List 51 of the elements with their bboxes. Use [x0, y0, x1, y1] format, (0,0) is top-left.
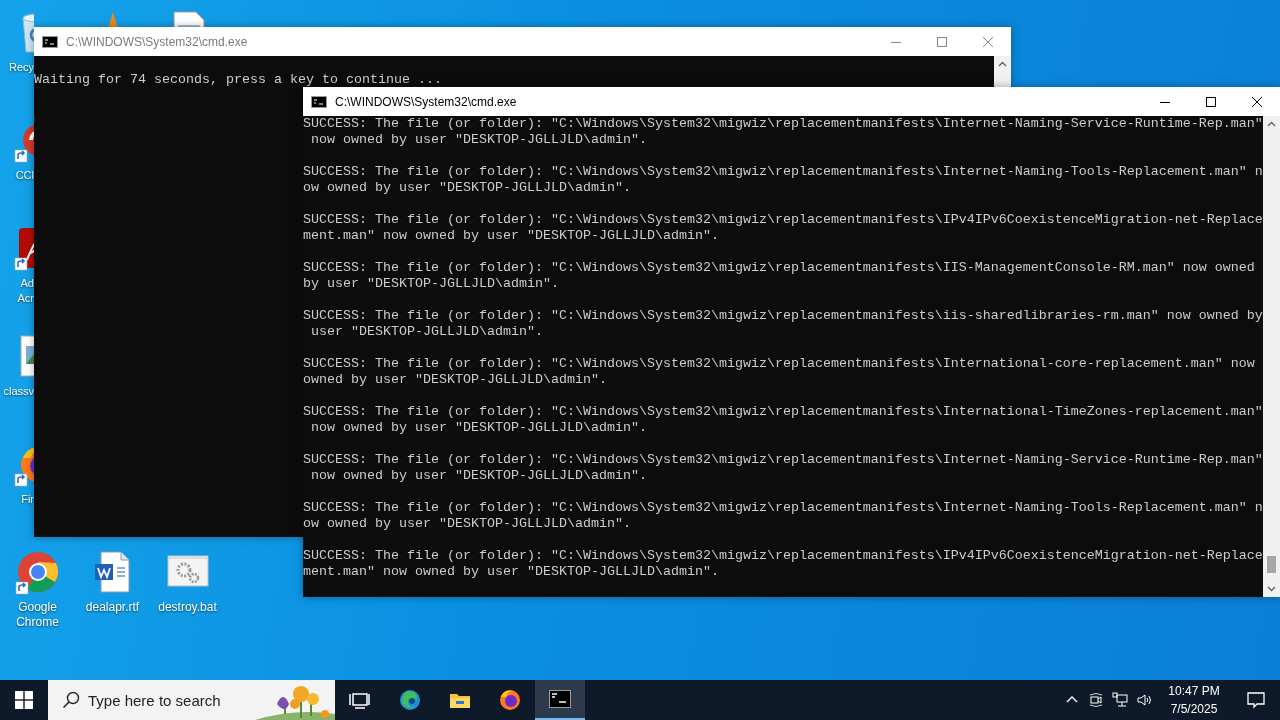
close-icon: [983, 36, 993, 47]
console-line: now owned by user "DESKTOP-JGLLJLD\admin".: [310, 132, 647, 148]
taskbar-app[interactable]: [535, 680, 585, 720]
console-line: SUCCESS: The file (or folder): "C:\Windows\System32\migwiz\replacementmanifests\Internet-Naming-Service-Runtime-Rep.man": [303, 116, 1263, 132]
icon-label: Fir: [21, 492, 34, 507]
terminal-icon: [42, 35, 58, 48]
console-line: Waiting for 74 seconds, press a key to continue ...: [34, 72, 442, 88]
scroll-thumb[interactable]: [1267, 556, 1276, 573]
console-line: ment.man" now owned by user "DESKTOP-JGLLJLD\admin".: [303, 228, 719, 244]
icon-label: Acr: [17, 291, 34, 306]
console-line: SUCCESS: The file (or folder): "C:\Windows\System32\migwiz\replacementmanifests\Internet-Naming-Tools-Replacement.man" n: [303, 500, 1263, 516]
console-line: SUCCESS: The file (or folder): "C:\Windows\System32\migwiz\replacementmanifests\Internet-Naming-Tools-Replacement.man" n: [303, 164, 1263, 180]
windows-logo-icon: [15, 691, 33, 709]
icon-label: classv: [3, 384, 34, 399]
icon-label: Ad: [20, 276, 34, 291]
search-icon: [62, 691, 80, 709]
console-line: SUCCESS: The file (or folder): "C:\Windows\System32\migwiz\replacementmanifests\IPv4IPv6CoexistenceMigration-net-Replace: [303, 548, 1263, 564]
firefox-icon: [498, 688, 522, 712]
console-line: SUCCESS: The file (or folder): "C:\Windows\System32\migwiz\replacementmanifests\IPv4IPv6CoexistenceMigration-net-Replace: [303, 212, 1263, 228]
console-line: now owned by user "DESKTOP-JGLLJLD\admin".: [310, 420, 647, 436]
maximize-icon: [1206, 96, 1216, 107]
window-title: C:\WINDOWS\System32\cmd.exe: [66, 34, 249, 49]
icon-label: Recy: [8, 60, 34, 75]
console-line: by user "DESKTOP-JGLLJLD\admin".: [303, 276, 559, 292]
edge-icon: [398, 688, 422, 712]
search-field[interactable]: Type here to search: [48, 680, 335, 720]
notification-icon[interactable]: [1246, 690, 1266, 710]
terminal-icon: [548, 687, 572, 711]
icon-label: dealapr.rtf: [85, 600, 140, 615]
clock[interactable]: 10:47 PM 7/5/2025: [1156, 682, 1232, 718]
console-line: user "DESKTOP-JGLLJLD\admin".: [310, 324, 543, 340]
console-line: now owned by user "DESKTOP-JGLLJLD\admin".: [310, 468, 647, 484]
console-line: ow owned by user "DESKTOP-JGLLJLD\admin".: [303, 516, 631, 532]
icon-label: destroy.bat: [158, 600, 217, 615]
network-icon[interactable]: [1112, 692, 1128, 708]
camera-icon[interactable]: [1088, 692, 1104, 708]
console-line: SUCCESS: The file (or folder): "C:\Windows\System32\migwiz\replacementmanifests\Internet-Naming-Service-Runtime-Rep.man": [303, 452, 1263, 468]
window-title: C:\WINDOWS\System32\cmd.exe: [335, 94, 518, 109]
icon-label: Google Chrome: [15, 600, 60, 630]
console-line: ment.man" now owned by user "DESKTOP-JGLLJLD\admin".: [303, 564, 719, 580]
console-line: owned by user "DESKTOP-JGLLJLD\admin".: [303, 372, 607, 388]
maximize-icon: [937, 36, 947, 47]
volume-icon[interactable]: [1136, 692, 1152, 708]
console-line: ow owned by user "DESKTOP-JGLLJLD\admin".: [303, 180, 631, 196]
console-line: SUCCESS: The file (or folder): "C:\Windows\System32\migwiz\replacementmanifests\iis-sharedlibraries-rm.man" now owned by: [303, 308, 1263, 324]
icon-label: CCl: [15, 168, 34, 183]
console-line: SUCCESS: The file (or folder): "C:\Windows\System32\migwiz\replacementmanifests\International-TimeZones-replacement.man": [303, 404, 1263, 420]
terminal-icon: [311, 95, 327, 108]
close-icon: [1252, 96, 1262, 107]
console-line: SUCCESS: The file (or folder): "C:\Windows\System32\migwiz\replacementmanifests\IIS-ManagementConsole-RM.man" now owned: [303, 260, 1255, 276]
console-line: SUCCESS: The file (or folder): "C:\Windows\System32\migwiz\replacementmanifests\International-core-replacement.man" now: [303, 356, 1255, 372]
